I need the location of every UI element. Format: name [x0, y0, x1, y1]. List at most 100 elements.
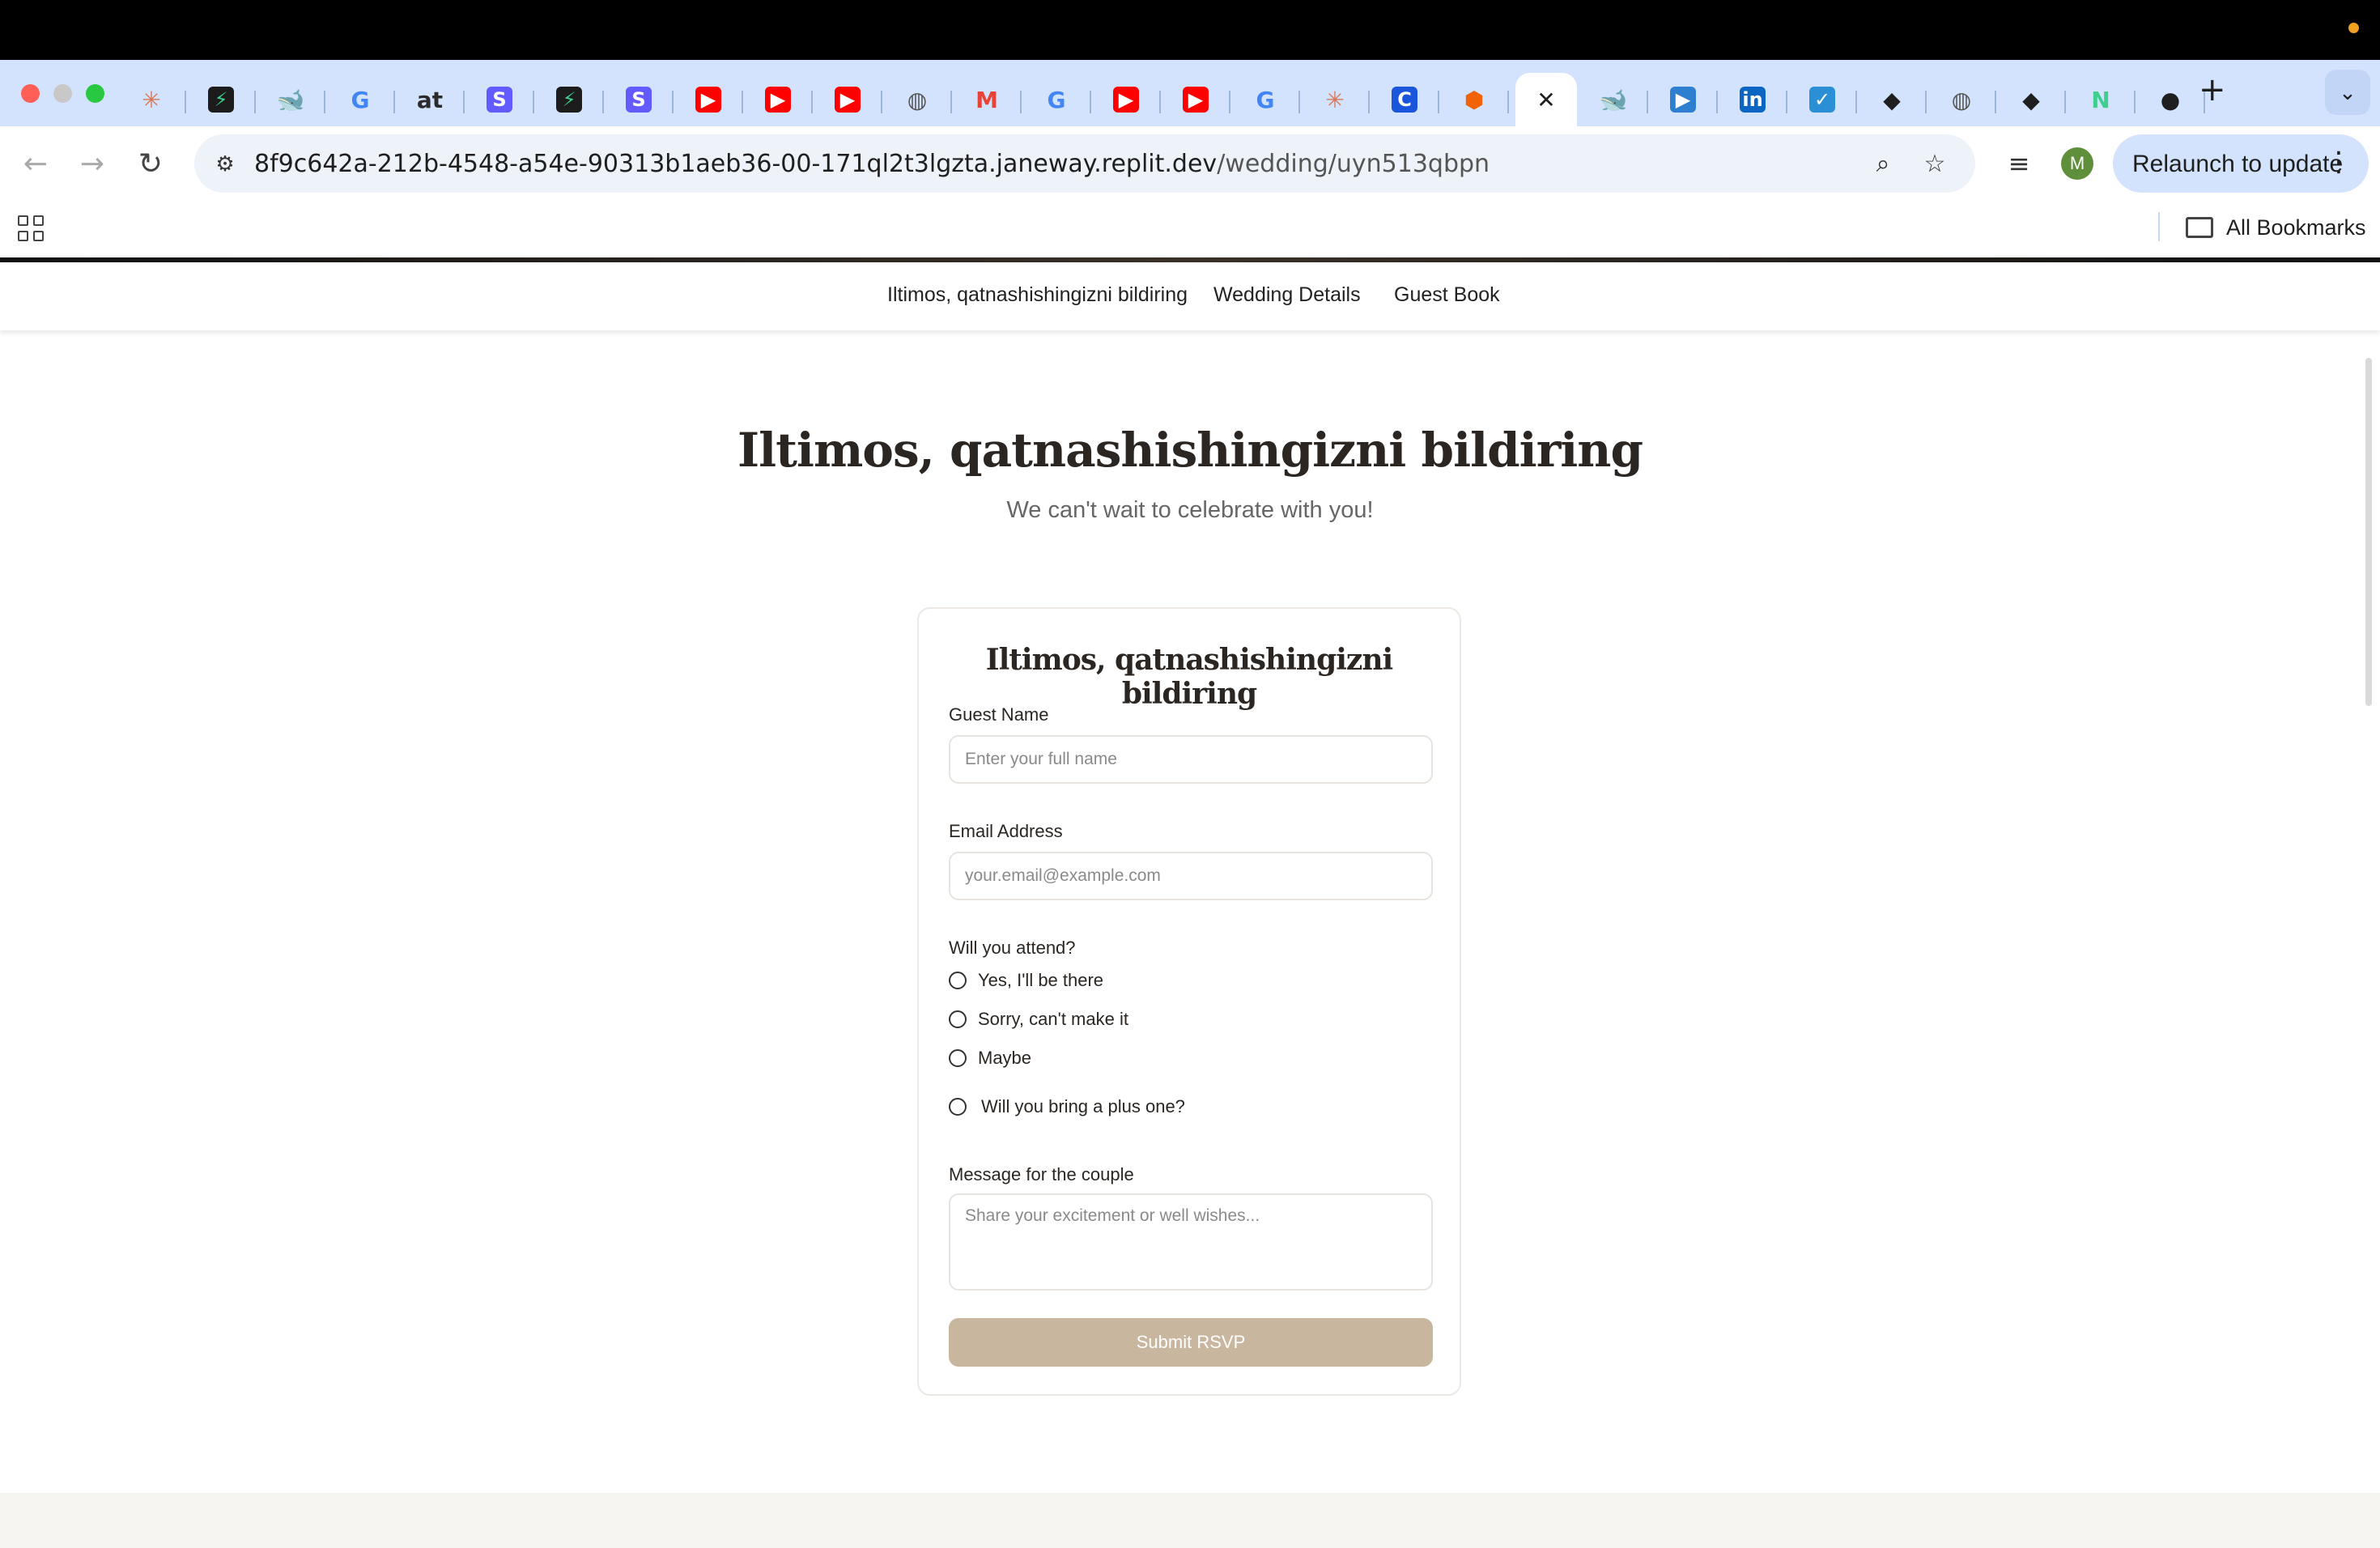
close-window-button[interactable]: [21, 84, 40, 103]
browser-tab[interactable]: at: [402, 73, 465, 126]
maximize-window-button[interactable]: [86, 84, 104, 103]
browser-tab[interactable]: S: [471, 73, 534, 126]
browser-tab[interactable]: ▶: [750, 73, 813, 126]
browser-tab[interactable]: ▶: [1655, 73, 1718, 126]
browser-tab[interactable]: M: [958, 73, 1022, 126]
notion-icon: N: [2091, 86, 2110, 113]
apps-grid-icon[interactable]: [18, 215, 44, 241]
all-bookmarks-button[interactable]: All Bookmarks: [2226, 215, 2366, 240]
tab-separator: [533, 91, 534, 113]
github-icon: ●: [2160, 86, 2181, 113]
browser-tab[interactable]: ◍: [1933, 73, 1996, 126]
browser-tab[interactable]: ◆: [2003, 73, 2066, 126]
browser-tab[interactable]: ▶: [819, 73, 882, 126]
browser-tab[interactable]: ✳: [1307, 73, 1370, 126]
stripe-icon: S: [487, 87, 512, 113]
section-subheading: We can't wait to celebrate with you!: [1006, 497, 1374, 523]
tab-separator: [811, 91, 813, 113]
browser-tab[interactable]: ▶: [680, 73, 743, 126]
browser-tab[interactable]: ⚡: [541, 73, 604, 126]
attend-option-label: Maybe: [978, 1048, 1032, 1068]
google-icon: G: [1047, 86, 1066, 113]
rsvp-form-card: Iltimos, qatnashishingizni bildiring Gue…: [917, 607, 1461, 1396]
message-textarea[interactable]: [949, 1193, 1433, 1291]
more-menu-icon[interactable]: ⋮: [2325, 146, 2352, 178]
tasks-icon: ✓: [1809, 87, 1835, 113]
browser-tab[interactable]: ▶: [1167, 73, 1230, 126]
tab-separator: [1855, 91, 1857, 113]
claude-icon: ✳: [142, 86, 161, 113]
guest-name-label: Guest Name: [949, 704, 1049, 725]
reload-button[interactable]: ↻: [131, 144, 170, 183]
attend-option-no[interactable]: Sorry, can't make it: [949, 1009, 1128, 1030]
tab-separator: [1368, 91, 1370, 113]
tab-separator: [950, 91, 952, 113]
close-icon[interactable]: ✕: [1533, 87, 1559, 113]
browser-tab[interactable]: ●: [2142, 73, 2205, 126]
url-text[interactable]: 8f9c642a-212b-4548-a54e-90313b1aeb36-00-…: [254, 150, 1490, 178]
attend-label: Will you attend?: [949, 938, 1076, 958]
tab-separator: [1925, 91, 1927, 113]
radio-button[interactable]: [949, 1049, 967, 1067]
tab-separator: [1090, 91, 1091, 113]
submit-rsvp-button[interactable]: Submit RSVP: [949, 1318, 1433, 1367]
tab-separator: [1298, 91, 1300, 113]
attend-option-maybe[interactable]: Maybe: [949, 1048, 1031, 1069]
footer-section: [0, 1493, 2380, 1548]
browser-tab[interactable]: G: [1028, 73, 1091, 126]
radio-button[interactable]: [949, 1098, 967, 1116]
bookmark-star-icon[interactable]: ☆: [1919, 147, 1951, 180]
browser-tab[interactable]: in: [1724, 73, 1787, 126]
email-input[interactable]: [949, 852, 1433, 900]
browser-tab[interactable]: ⚡: [193, 73, 256, 126]
relaunch-button[interactable]: Relaunch to update ⋮: [2113, 134, 2369, 193]
browser-tab[interactable]: 🐋: [1585, 73, 1648, 126]
browser-tab[interactable]: 🐋: [262, 73, 325, 126]
nav-link-guest-book[interactable]: Guest Book: [1394, 283, 1500, 307]
browser-tab[interactable]: C: [1376, 73, 1439, 126]
minimize-window-button[interactable]: [53, 84, 72, 103]
attend-option-label: Yes, I'll be there: [978, 970, 1104, 990]
tab-separator: [2064, 91, 2066, 113]
radio-button[interactable]: [949, 972, 967, 989]
google-icon: G: [1256, 86, 1275, 113]
browser-tab[interactable]: ✳: [123, 73, 186, 126]
supabase-icon: ⚡: [556, 87, 582, 113]
tab-separator: [1020, 91, 1022, 113]
page-scrollbar[interactable]: [2365, 358, 2372, 706]
browser-tab[interactable]: ◍: [889, 73, 952, 126]
media-controls-icon[interactable]: ≡: [2001, 146, 2037, 181]
browser-tab[interactable]: ▶: [1098, 73, 1161, 126]
zoom-icon[interactable]: ⌕: [1867, 147, 1899, 180]
tab-separator: [881, 91, 882, 113]
tab-search-button[interactable]: ⌄: [2325, 70, 2370, 115]
macos-menu-bar: [0, 0, 2380, 60]
browser-tab[interactable]: G: [1237, 73, 1300, 126]
tab-separator: [1786, 91, 1787, 113]
tab-separator: [1438, 91, 1439, 113]
browser-tab[interactable]: ◆: [1864, 73, 1927, 126]
address-bar[interactable]: ⚙ 8f9c642a-212b-4548-a54e-90313b1aeb36-0…: [194, 134, 1975, 193]
new-tab-button[interactable]: +: [2199, 71, 2226, 108]
back-button[interactable]: ←: [16, 144, 55, 183]
forward-button[interactable]: →: [73, 144, 112, 183]
globe-icon: ◍: [1951, 86, 1972, 113]
google-icon: G: [351, 86, 370, 113]
browser-tab[interactable]: N: [2072, 73, 2136, 126]
deepseek-icon: 🐋: [276, 86, 305, 113]
nav-link-wedding-details[interactable]: Wedding Details: [1213, 283, 1361, 307]
guest-name-input[interactable]: [949, 735, 1433, 784]
profile-avatar[interactable]: M: [2061, 147, 2093, 180]
radio-button[interactable]: [949, 1010, 967, 1028]
nav-link-rsvp[interactable]: Iltimos, qatnashishingizni bildiring: [887, 283, 1188, 307]
site-info-icon[interactable]: ⚙: [209, 147, 241, 180]
tab-active[interactable]: ✕: [1515, 73, 1577, 126]
browser-tab[interactable]: G: [332, 73, 395, 126]
tab-separator: [742, 91, 743, 113]
browser-tab[interactable]: ✓: [1794, 73, 1857, 126]
browser-tab[interactable]: S: [610, 73, 674, 126]
site-navigation: Iltimos, qatnashishingizni bildiring Wed…: [0, 262, 2380, 330]
plus-one-option[interactable]: Will you bring a plus one?: [949, 1096, 1185, 1117]
browser-tab[interactable]: ⬢: [1446, 73, 1509, 126]
attend-option-yes[interactable]: Yes, I'll be there: [949, 970, 1103, 991]
